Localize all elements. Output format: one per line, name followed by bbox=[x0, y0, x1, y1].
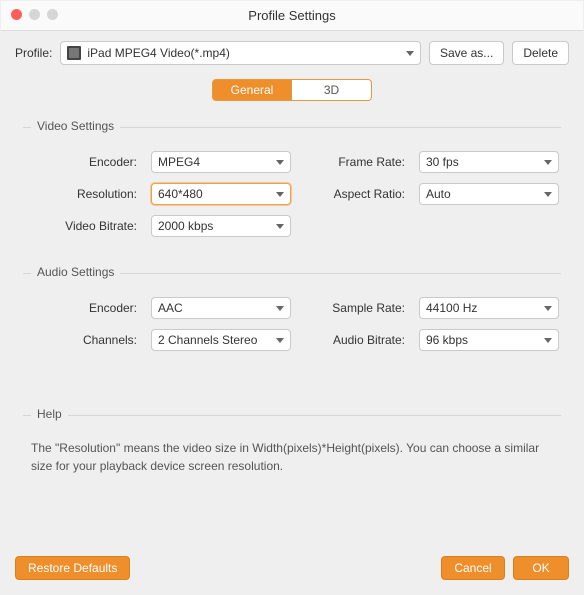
tabs: General 3D bbox=[15, 79, 569, 101]
framerate-label: Frame Rate: bbox=[305, 155, 405, 169]
window-controls bbox=[11, 9, 58, 20]
profile-select[interactable]: iPad MPEG4 Video(*.mp4) bbox=[60, 41, 421, 65]
cancel-button[interactable]: Cancel bbox=[441, 556, 505, 580]
help-group-divider: Help bbox=[23, 415, 561, 425]
samplerate-value: 44100 Hz bbox=[426, 301, 544, 315]
chevron-down-icon bbox=[276, 224, 284, 229]
channels-select[interactable]: 2 Channels Stereo bbox=[151, 329, 291, 351]
profile-row: Profile: iPad MPEG4 Video(*.mp4) Save as… bbox=[15, 41, 569, 65]
window-title: Profile Settings bbox=[248, 8, 335, 23]
chevron-down-icon bbox=[544, 338, 552, 343]
tab-3d[interactable]: 3D bbox=[292, 79, 372, 101]
audio-bitrate-value: 96 kbps bbox=[426, 333, 544, 347]
aspect-select[interactable]: Auto bbox=[419, 183, 559, 205]
video-group-divider: Video Settings bbox=[23, 127, 561, 137]
video-encoder-value: MPEG4 bbox=[158, 155, 276, 169]
samplerate-select[interactable]: 44100 Hz bbox=[419, 297, 559, 319]
audio-encoder-select[interactable]: AAC bbox=[151, 297, 291, 319]
close-icon[interactable] bbox=[11, 9, 22, 20]
video-bitrate-label: Video Bitrate: bbox=[37, 219, 137, 233]
audio-bitrate-select[interactable]: 96 kbps bbox=[419, 329, 559, 351]
video-encoder-label: Encoder: bbox=[37, 155, 137, 169]
audio-encoder-label: Encoder: bbox=[37, 301, 137, 315]
video-bitrate-select[interactable]: 2000 kbps bbox=[151, 215, 291, 237]
resolution-value: 640*480 bbox=[158, 187, 276, 201]
aspect-value: Auto bbox=[426, 187, 544, 201]
save-as-button[interactable]: Save as... bbox=[429, 41, 504, 65]
resolution-label: Resolution: bbox=[37, 187, 137, 201]
framerate-value: 30 fps bbox=[426, 155, 544, 169]
help-text: The "Resolution" means the video size in… bbox=[31, 439, 553, 475]
profile-label: Profile: bbox=[15, 46, 52, 60]
content-area: Profile: iPad MPEG4 Video(*.mp4) Save as… bbox=[1, 31, 583, 594]
chevron-down-icon bbox=[276, 338, 284, 343]
profile-selected-text: iPad MPEG4 Video(*.mp4) bbox=[87, 46, 230, 60]
resolution-select[interactable]: 640*480 bbox=[151, 183, 291, 205]
audio-settings-group: Audio Settings Encoder: AAC Sample Rate:… bbox=[15, 263, 569, 351]
video-settings-group: Video Settings Encoder: MPEG4 Frame Rate… bbox=[15, 117, 569, 237]
chevron-down-icon bbox=[544, 306, 552, 311]
restore-defaults-button[interactable]: Restore Defaults bbox=[15, 556, 130, 580]
audio-bitrate-label: Audio Bitrate: bbox=[305, 333, 405, 347]
help-group: Help The "Resolution" means the video si… bbox=[15, 405, 569, 475]
audio-group-title: Audio Settings bbox=[31, 265, 120, 279]
samplerate-label: Sample Rate: bbox=[305, 301, 405, 315]
settings-window: Profile Settings Profile: iPad MPEG4 Vid… bbox=[0, 0, 584, 595]
minimize-icon[interactable] bbox=[29, 9, 40, 20]
aspect-label: Aspect Ratio: bbox=[305, 187, 405, 201]
footer: Restore Defaults Cancel OK bbox=[15, 556, 569, 580]
chevron-down-icon bbox=[406, 51, 414, 56]
audio-group-divider: Audio Settings bbox=[23, 273, 561, 283]
tab-general[interactable]: General bbox=[212, 79, 292, 101]
channels-label: Channels: bbox=[37, 333, 137, 347]
video-encoder-select[interactable]: MPEG4 bbox=[151, 151, 291, 173]
video-group-title: Video Settings bbox=[31, 119, 120, 133]
chevron-down-icon bbox=[276, 306, 284, 311]
delete-button[interactable]: Delete bbox=[512, 41, 569, 65]
chevron-down-icon bbox=[544, 160, 552, 165]
video-bitrate-value: 2000 kbps bbox=[158, 219, 276, 233]
zoom-icon[interactable] bbox=[47, 9, 58, 20]
help-group-title: Help bbox=[31, 407, 68, 421]
chevron-down-icon bbox=[276, 160, 284, 165]
chevron-down-icon bbox=[276, 192, 284, 197]
channels-value: 2 Channels Stereo bbox=[158, 333, 276, 347]
framerate-select[interactable]: 30 fps bbox=[419, 151, 559, 173]
ok-button[interactable]: OK bbox=[513, 556, 569, 580]
ipad-icon bbox=[67, 46, 81, 60]
titlebar: Profile Settings bbox=[1, 1, 583, 31]
chevron-down-icon bbox=[544, 192, 552, 197]
audio-encoder-value: AAC bbox=[158, 301, 276, 315]
